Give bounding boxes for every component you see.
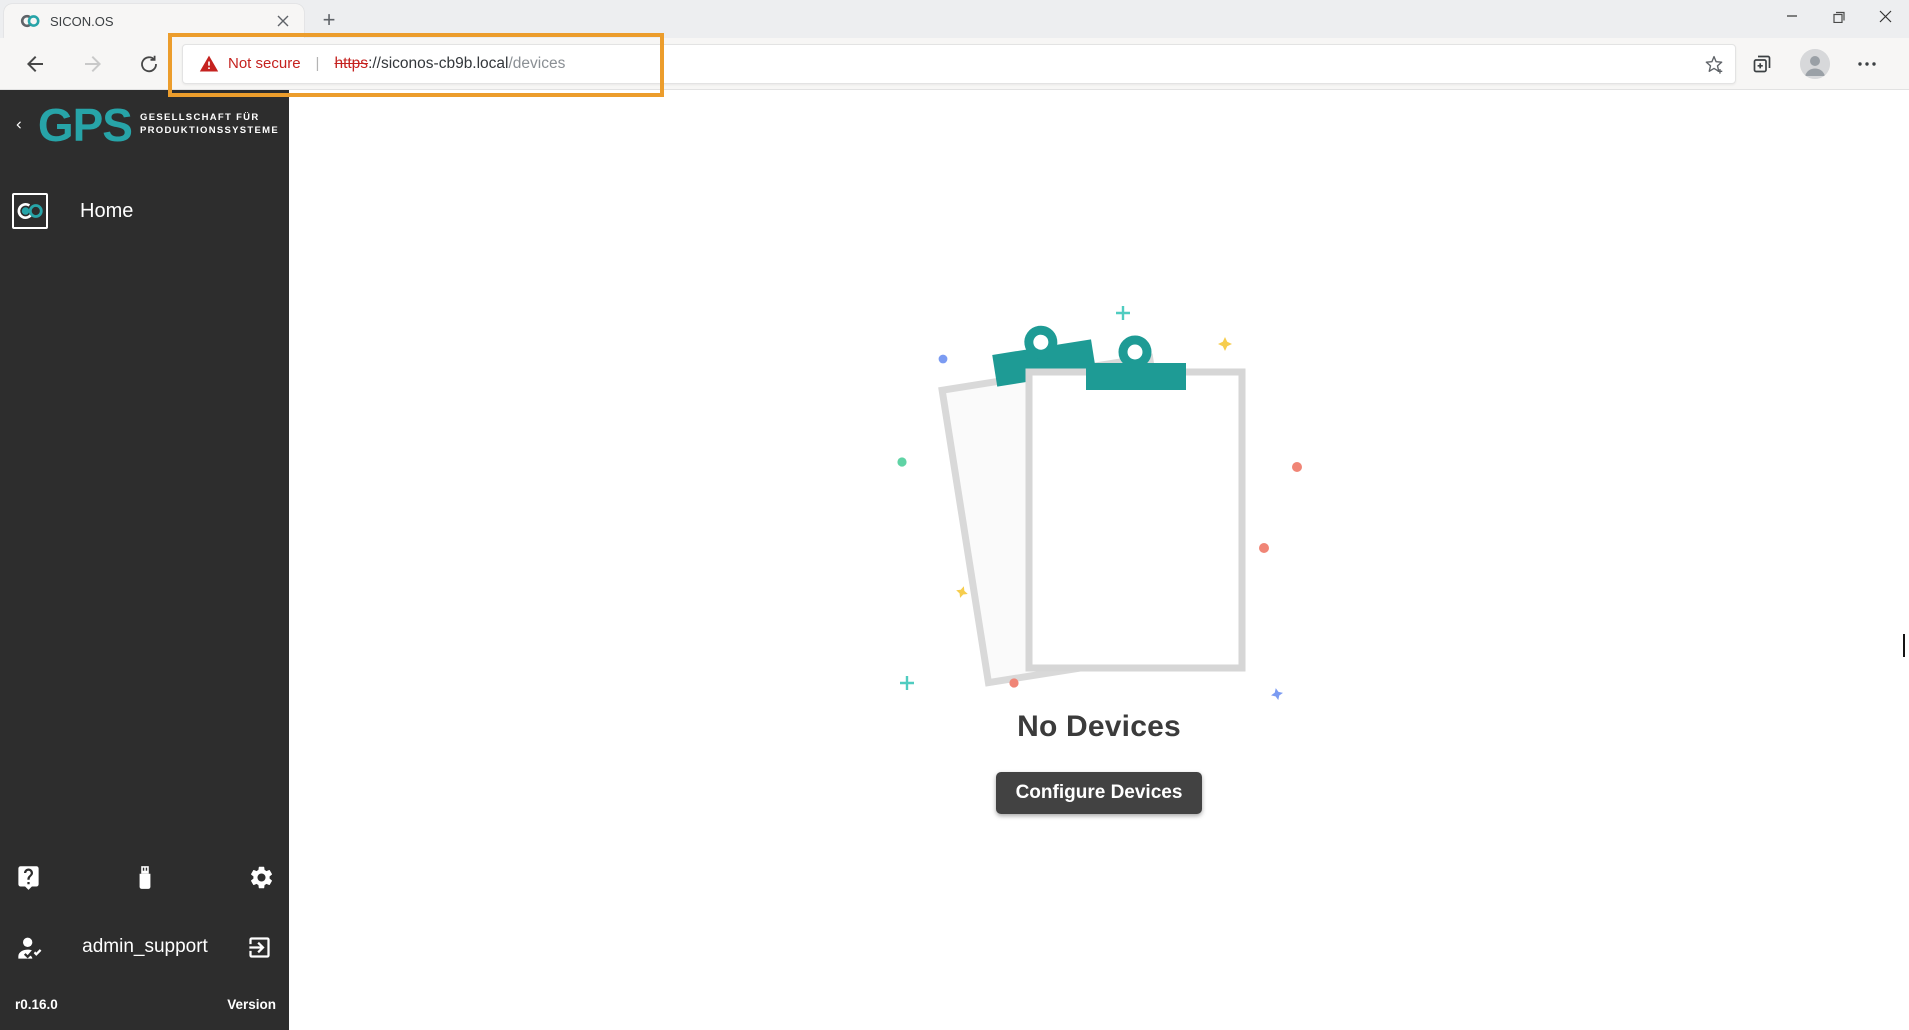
sidebar-collapse-icon[interactable] <box>14 112 24 138</box>
confetti-plus-teal <box>1116 306 1130 320</box>
window-minimize-icon[interactable] <box>1768 0 1815 32</box>
not-secure-warning-icon <box>199 54 219 74</box>
gps-logo-subtitle: GESELLSCHAFT FÜR PRODUKTIONSSYSTEME <box>140 112 279 138</box>
sidebar-header: GPS GESELLSCHAFT FÜR PRODUKTIONSSYSTEME <box>0 90 289 160</box>
confetti-dot-green <box>897 457 906 466</box>
help-icon[interactable] <box>12 861 44 893</box>
empty-state-title: No Devices <box>1017 710 1181 744</box>
url-text: https://siconos-cb9b.local/devices <box>334 55 565 73</box>
sidebar: GPS GESELLSCHAFT FÜR PRODUKTIONSSYSTEME … <box>0 90 289 1030</box>
confetti-dot-salmon <box>1009 678 1018 687</box>
tab-title: SICON.OS <box>50 14 274 29</box>
browser-toolbar: Not secure | https://siconos-cb9b.local/… <box>0 38 1909 90</box>
confetti-dot-salmon <box>1292 462 1302 472</box>
add-favorite-star-icon[interactable] <box>1703 53 1725 75</box>
window-controls <box>1768 0 1909 32</box>
configure-devices-button[interactable]: Configure Devices <box>996 772 1203 814</box>
settings-gear-icon[interactable] <box>245 861 277 893</box>
page-body: GPS GESELLSCHAFT FÜR PRODUKTIONSSYSTEME … <box>0 90 1909 1030</box>
version-value: r0.16.0 <box>15 997 58 1012</box>
url-host: ://siconos-cb9b.local <box>368 55 508 72</box>
collections-icon[interactable] <box>1750 52 1774 76</box>
profile-avatar[interactable] <box>1800 49 1830 79</box>
sidebar-utility-row <box>0 854 289 900</box>
address-divider: | <box>316 55 320 72</box>
window-close-icon[interactable] <box>1862 0 1909 32</box>
sidebar-spacer <box>0 237 289 854</box>
user-check-icon <box>16 933 44 961</box>
security-status: Not secure <box>228 55 301 72</box>
confetti-sparkle-yellow <box>1218 337 1232 351</box>
version-label: Version <box>227 997 276 1012</box>
confetti-dot-salmon <box>1259 543 1269 553</box>
reload-button-icon[interactable] <box>132 47 166 81</box>
home-logo-icon <box>12 193 48 229</box>
sidebar-user-row[interactable]: admin_support <box>0 916 289 978</box>
new-tab-button[interactable]: + <box>314 6 344 34</box>
more-menu-icon[interactable] <box>1856 53 1878 75</box>
text-cursor <box>1903 634 1905 657</box>
user-name: admin_support <box>44 936 246 958</box>
empty-state: No Devices Configure Devices <box>289 300 1909 814</box>
url-scheme: https <box>334 55 368 72</box>
logout-icon[interactable] <box>246 934 273 961</box>
address-bar[interactable]: Not secure | https://siconos-cb9b.local/… <box>182 44 1736 84</box>
window-restore-icon[interactable] <box>1815 0 1862 32</box>
url-path: /devices <box>509 55 566 72</box>
usb-device-icon[interactable] <box>129 861 161 893</box>
main-content: No Devices Configure Devices <box>289 90 1909 1030</box>
sidebar-version-row: r0.16.0 Version <box>0 978 289 1030</box>
forward-button-icon[interactable] <box>76 47 110 81</box>
clipboards-illustration <box>889 300 1309 700</box>
favicon-sicon-icon <box>20 11 40 31</box>
back-button-icon[interactable] <box>18 47 52 81</box>
confetti-dot-blue <box>939 355 948 364</box>
sidebar-item-home[interactable]: Home <box>0 185 289 237</box>
sidebar-item-label: Home <box>80 200 133 223</box>
gps-logo: GPS <box>38 102 132 148</box>
browser-tab[interactable]: SICON.OS <box>4 4 304 38</box>
confetti-plus-teal <box>900 676 914 690</box>
browser-tab-strip: SICON.OS + <box>0 0 1909 38</box>
confetti-sparkle-blue <box>1270 687 1284 700</box>
confetti-sparkle-yellow <box>954 584 969 599</box>
tab-close-icon[interactable] <box>274 12 292 30</box>
